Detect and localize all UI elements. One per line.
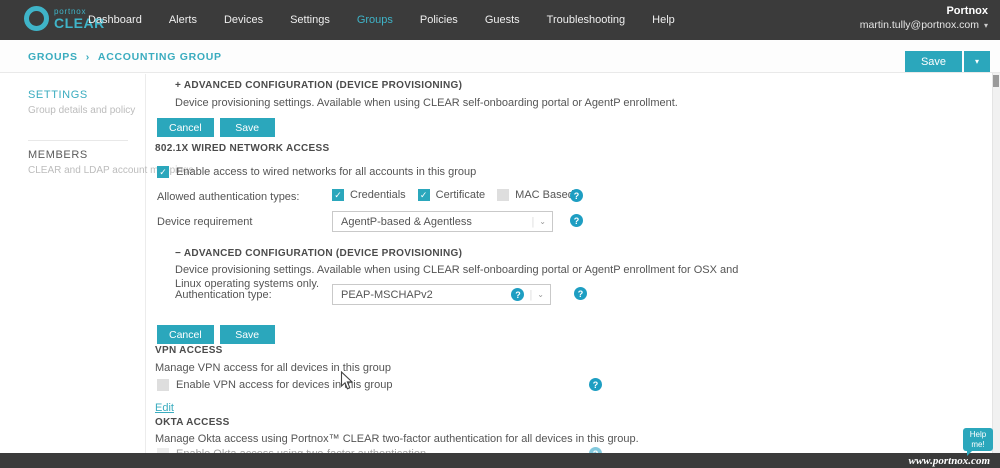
save-split-button: Save ▾: [905, 51, 990, 72]
help-me-button[interactable]: Help me!: [963, 428, 993, 451]
nav-item-devices[interactable]: Devices: [224, 14, 263, 26]
authentication-type-value: PEAP-MSCHAPv2: [341, 289, 433, 301]
okta-access-heading: OKTA ACCESS: [155, 417, 230, 428]
account-menu[interactable]: Portnox martin.tully@portnox.com ▾: [860, 5, 988, 31]
account-email: martin.tully@portnox.com: [860, 19, 979, 31]
question-glyph: ?: [515, 290, 521, 300]
select-separator: |: [529, 289, 532, 301]
question-glyph: ?: [574, 216, 580, 226]
check-icon: ✓: [420, 191, 428, 200]
form-buttons-top: Cancel Save: [157, 118, 275, 137]
scrollbar-thumb[interactable]: [993, 75, 999, 87]
top-nav: portnox CLEAR Dashboard Alerts Devices S…: [0, 0, 1000, 40]
question-glyph: ?: [593, 380, 599, 390]
advanced-config-1-heading[interactable]: + ADVANCED CONFIGURATION (DEVICE PROVISI…: [175, 80, 462, 91]
nav-item-policies[interactable]: Policies: [420, 14, 458, 26]
question-glyph: ?: [578, 289, 584, 299]
portnox-logo-icon: [24, 6, 49, 31]
nav-menu: Dashboard Alerts Devices Settings Groups…: [88, 0, 675, 40]
device-requirement-help-icon[interactable]: ?: [570, 214, 583, 227]
breadcrumb-current: ACCOUNTING GROUP: [98, 51, 222, 63]
nav-item-dashboard[interactable]: Dashboard: [88, 14, 142, 26]
auth-option-certificate: ✓ Certificate: [418, 189, 486, 201]
help-me-label: Help me!: [963, 430, 993, 448]
cancel-button[interactable]: Cancel: [157, 118, 214, 137]
sidebar-item-divider: [28, 140, 128, 141]
question-glyph: ?: [574, 191, 580, 201]
save-dropdown-arrow-icon[interactable]: ▾: [964, 51, 990, 72]
device-requirement-label: Device requirement: [157, 216, 252, 228]
device-requirement-select[interactable]: AgentP-based & Agentless | ⌄: [332, 211, 553, 232]
nav-item-alerts[interactable]: Alerts: [169, 14, 197, 26]
authentication-type-select[interactable]: PEAP-MSCHAPv2 ? | ⌄: [332, 284, 551, 305]
enable-vpn-access-checkbox[interactable]: ✓: [157, 379, 169, 391]
device-requirement-value: AgentP-based & Agentless: [341, 216, 472, 228]
portnox-clear-app: portnox CLEAR Dashboard Alerts Devices S…: [0, 0, 1000, 468]
auth-type-options: ✓ Credentials ✓ Certificate ✓ MAC Based: [332, 189, 574, 201]
credentials-checkbox[interactable]: ✓: [332, 189, 344, 201]
breadcrumb-separator-icon: ›: [86, 51, 90, 63]
enable-vpn-access-label: Enable VPN access for devices in this gr…: [176, 379, 392, 391]
vpn-access-description: Manage VPN access for all devices in thi…: [155, 361, 755, 375]
enable-wired-access-label: Enable access to wired networks for all …: [176, 166, 476, 178]
breadcrumb-bar: GROUPS › ACCOUNTING GROUP Save ▾: [0, 40, 1000, 73]
certificate-label: Certificate: [436, 189, 486, 201]
nav-item-guests[interactable]: Guests: [485, 14, 520, 26]
certificate-checkbox[interactable]: ✓: [418, 189, 430, 201]
auth-option-mac-based: ✓ MAC Based: [497, 189, 574, 201]
vpn-edit-link[interactable]: Edit: [155, 402, 174, 414]
check-icon: ✓: [159, 168, 167, 177]
authentication-type-inline-help-icon[interactable]: ?: [511, 288, 524, 301]
enable-wired-access-row: ✓ Enable access to wired networks for al…: [157, 166, 476, 178]
save-button[interactable]: Save: [220, 325, 275, 344]
vertical-scrollbar[interactable]: [992, 73, 1000, 453]
auth-types-help-icon[interactable]: ?: [570, 189, 583, 202]
enable-wired-access-checkbox[interactable]: ✓: [157, 166, 169, 178]
mac-based-checkbox[interactable]: ✓: [497, 189, 509, 201]
save-button[interactable]: Save: [220, 118, 275, 137]
check-icon: ✓: [334, 191, 342, 200]
nav-item-help[interactable]: Help: [652, 14, 675, 26]
nav-item-troubleshooting[interactable]: Troubleshooting: [547, 14, 625, 26]
chevron-down-icon: ▾: [984, 21, 988, 30]
authentication-type-label: Authentication type:: [175, 289, 272, 301]
okta-access-description: Manage Okta access using Portnox™ CLEAR …: [155, 432, 795, 446]
sidebar-divider-vertical: [145, 74, 146, 453]
vpn-access-help-icon[interactable]: ?: [589, 378, 602, 391]
sidebar-settings-subtitle: Group details and policy: [28, 105, 135, 116]
credentials-label: Credentials: [350, 189, 406, 201]
breadcrumb-groups[interactable]: GROUPS: [28, 51, 78, 63]
auth-option-credentials: ✓ Credentials: [332, 189, 406, 201]
vpn-access-heading: VPN ACCESS: [155, 345, 223, 356]
authentication-type-help-icon[interactable]: ?: [574, 287, 587, 300]
nav-item-groups[interactable]: Groups: [357, 14, 393, 26]
chevron-down-icon: ⌄: [537, 290, 544, 299]
footer-url[interactable]: www.portnox.com: [909, 455, 991, 467]
wired-access-heading: 802.1X WIRED NETWORK ACCESS: [155, 143, 329, 154]
chevron-down-icon: ⌄: [539, 217, 546, 226]
sidebar-item-settings[interactable]: SETTINGS Group details and policy: [28, 89, 135, 116]
advanced-config-1-description: Device provisioning settings. Available …: [175, 96, 775, 110]
advanced-config-2-heading[interactable]: − ADVANCED CONFIGURATION (DEVICE PROVISI…: [175, 248, 462, 259]
save-button[interactable]: Save: [905, 51, 962, 72]
sidebar-settings-title: SETTINGS: [28, 89, 135, 101]
cancel-button[interactable]: Cancel: [157, 325, 214, 344]
mac-based-label: MAC Based: [515, 189, 574, 201]
footer-bar: www.portnox.com: [0, 453, 1000, 468]
form-buttons-bottom: Cancel Save: [157, 325, 275, 344]
select-separator: |: [531, 216, 534, 228]
allowed-auth-types-label: Allowed authentication types:: [157, 191, 299, 203]
breadcrumb: GROUPS › ACCOUNTING GROUP: [28, 51, 222, 63]
enable-vpn-access-row: ✓ Enable VPN access for devices in this …: [157, 379, 392, 391]
account-company: Portnox: [860, 5, 988, 17]
nav-item-settings[interactable]: Settings: [290, 14, 330, 26]
